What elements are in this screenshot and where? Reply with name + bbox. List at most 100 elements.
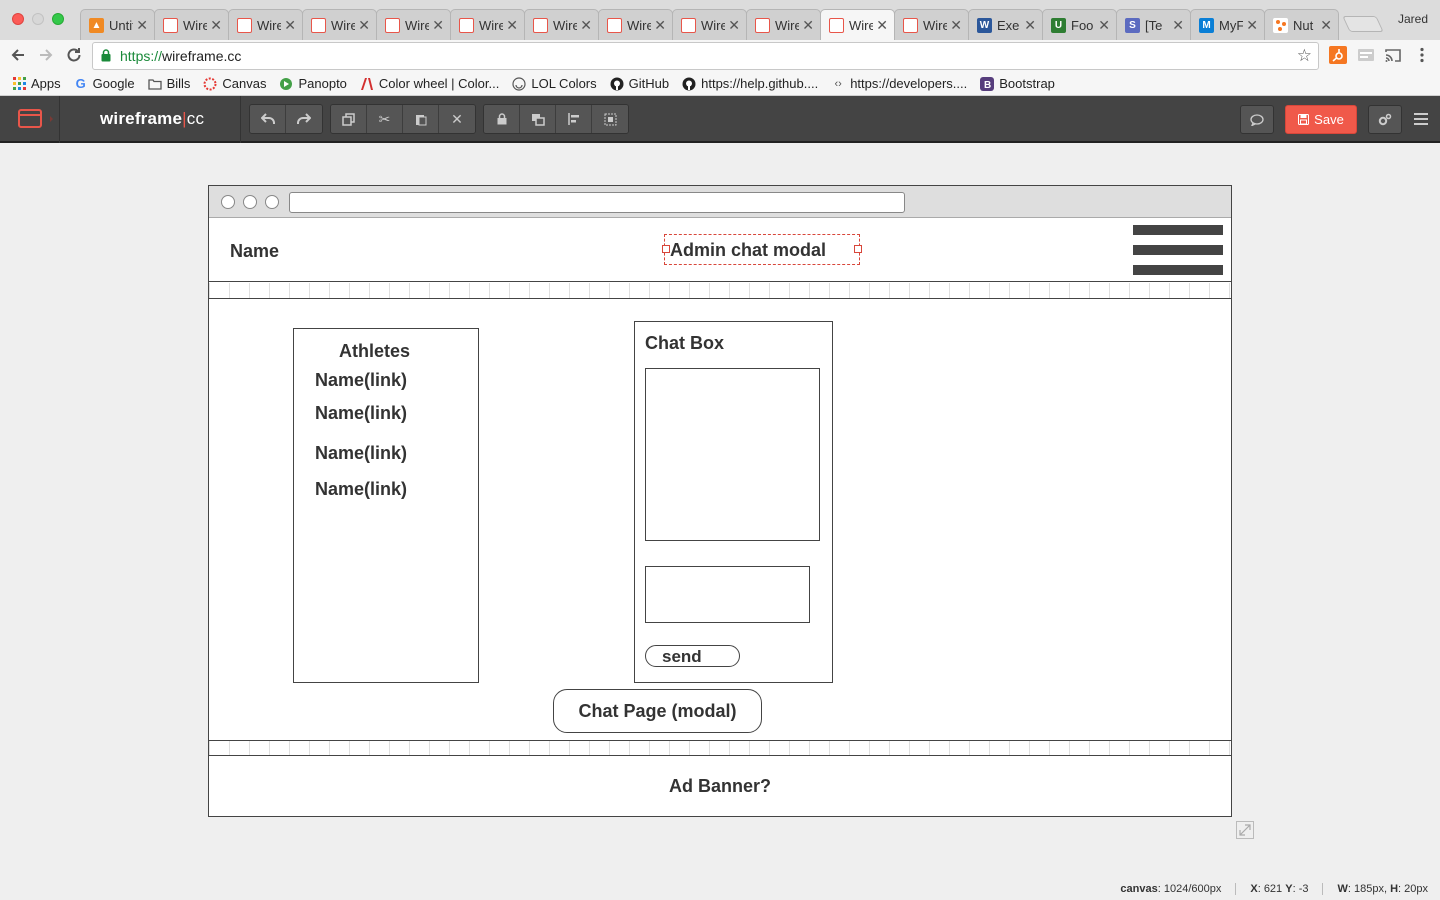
- browser-tab[interactable]: Wireframe✕: [894, 9, 969, 40]
- browser-tab[interactable]: S [Te ✕: [1116, 9, 1191, 40]
- window-close-button[interactable]: [12, 13, 24, 25]
- profile-name[interactable]: Jared: [1398, 12, 1428, 26]
- redo-button[interactable]: [286, 105, 322, 133]
- cast-icon[interactable]: [1384, 46, 1402, 64]
- athlete-link[interactable]: Name(link): [315, 479, 407, 500]
- app-logo-button[interactable]: [0, 96, 60, 143]
- resize-handle-right[interactable]: [854, 245, 862, 253]
- send-button[interactable]: send: [645, 645, 740, 667]
- tab-close-icon[interactable]: ✕: [950, 17, 962, 34]
- tab-close-icon[interactable]: ✕: [506, 17, 518, 34]
- tab-close-icon[interactable]: ✕: [580, 17, 592, 34]
- tab-close-icon[interactable]: ✕: [358, 17, 370, 34]
- athletes-panel[interactable]: Athletes Name(link) Name(link) Name(link…: [293, 328, 479, 683]
- chat-messages-area[interactable]: [645, 368, 820, 541]
- forward-button[interactable]: [36, 46, 56, 66]
- chat-box-panel[interactable]: Chat Box send: [634, 321, 833, 683]
- tab-close-icon[interactable]: ✕: [728, 17, 740, 34]
- bookmark-item[interactable]: Color wheel | Color...: [360, 76, 499, 91]
- wireframe-header[interactable]: Name Admin chat modal: [209, 219, 1231, 282]
- athlete-link[interactable]: Name(link): [315, 403, 407, 424]
- chat-message-input[interactable]: [645, 566, 810, 623]
- delete-button[interactable]: ✕: [439, 105, 475, 133]
- ad-banner[interactable]: Ad Banner?: [209, 757, 1231, 816]
- chat-page-modal-button[interactable]: Chat Page (modal): [553, 689, 762, 733]
- tab-close-icon[interactable]: ✕: [1246, 17, 1258, 34]
- align-left-icon: [567, 113, 579, 125]
- chrome-menu-icon[interactable]: [1413, 46, 1431, 64]
- tab-close-icon[interactable]: ✕: [876, 17, 888, 34]
- tab-close-icon[interactable]: ✕: [432, 17, 444, 34]
- app-menu-hamburger-icon[interactable]: [1414, 113, 1428, 125]
- bookmark-item[interactable]: Canvas: [203, 76, 266, 91]
- extension-icon[interactable]: [1357, 46, 1375, 64]
- layer-order-button[interactable]: [520, 105, 556, 133]
- tab-close-icon[interactable]: ✕: [802, 17, 814, 34]
- comments-button[interactable]: [1240, 105, 1274, 134]
- bookmark-item[interactable]: https://help.github....: [682, 76, 818, 91]
- bookmark-item[interactable]: GitHub: [610, 76, 669, 91]
- browser-tab[interactable]: Wireframe✕: [302, 9, 377, 40]
- reload-button[interactable]: [64, 46, 84, 66]
- undo-button[interactable]: [250, 105, 286, 133]
- athlete-link[interactable]: Name(link): [315, 443, 407, 464]
- browser-tab[interactable]: ▲ Untitled✕: [80, 9, 155, 40]
- hamburger-menu-icon[interactable]: [1133, 225, 1223, 285]
- wireframe-canvas[interactable]: Name Admin chat modal Athletes Name(link…: [208, 185, 1232, 817]
- tab-close-icon[interactable]: ✕: [1024, 17, 1036, 34]
- resize-handle-left[interactable]: [662, 245, 670, 253]
- settings-button[interactable]: [1368, 105, 1402, 134]
- browser-tab[interactable]: M MyF ✕: [1190, 9, 1265, 40]
- browser-tab[interactable]: Nut ✕: [1264, 9, 1339, 40]
- browser-tab[interactable]: Wireframe✕: [228, 9, 303, 40]
- bookmark-label: https://developers....: [850, 76, 968, 91]
- address-bar[interactable]: https://wireframe.cc ☆: [92, 42, 1319, 70]
- tab-close-icon[interactable]: ✕: [1320, 17, 1332, 34]
- browser-tab[interactable]: Wireframe✕: [376, 9, 451, 40]
- browser-tab[interactable]: W Exe ✕: [968, 9, 1043, 40]
- tab-title: Wireframe: [183, 17, 208, 33]
- save-button[interactable]: Save: [1285, 105, 1357, 134]
- group-button[interactable]: [592, 105, 628, 133]
- browser-tab[interactable]: Wireframe✕: [598, 9, 673, 40]
- browser-tab[interactable]: Wireframe✕: [154, 9, 229, 40]
- duplicate-button[interactable]: [331, 105, 367, 133]
- mock-window-dot: [265, 195, 279, 209]
- bookmark-star-icon[interactable]: ☆: [1297, 46, 1312, 66]
- window-minimize-button[interactable]: [32, 13, 44, 25]
- header-title-text[interactable]: Admin chat modal: [670, 240, 826, 261]
- hubspot-extension-icon[interactable]: [1329, 46, 1347, 64]
- browser-tab[interactable]: Wireframe✕: [746, 9, 821, 40]
- tab-close-icon[interactable]: ✕: [284, 17, 296, 34]
- lock-button[interactable]: [484, 105, 520, 133]
- group-icon: [604, 113, 616, 125]
- athlete-link[interactable]: Name(link): [315, 370, 407, 391]
- window-zoom-button[interactable]: [52, 13, 64, 25]
- tab-close-icon[interactable]: ✕: [1172, 17, 1184, 34]
- bookmark-item[interactable]: ‹› https://developers....: [831, 76, 968, 91]
- bookmark-item[interactable]: Panopto: [279, 76, 347, 91]
- browser-tab[interactable]: Wireframe✕: [820, 9, 895, 40]
- bookmark-item[interactable]: Apps: [12, 76, 61, 91]
- canvas-resize-icon[interactable]: [1236, 821, 1254, 839]
- tab-close-icon[interactable]: ✕: [210, 17, 222, 34]
- back-button[interactable]: [8, 46, 28, 66]
- browser-tab[interactable]: U Foo ✕: [1042, 9, 1117, 40]
- align-button[interactable]: [556, 105, 592, 133]
- browser-tab[interactable]: Wireframe✕: [450, 9, 525, 40]
- cut-button[interactable]: ✂: [367, 105, 403, 133]
- bookmark-item[interactable]: G Google: [74, 76, 135, 91]
- bookmark-item[interactable]: LOL Colors: [512, 76, 597, 91]
- tab-close-icon[interactable]: ✕: [654, 17, 666, 34]
- bookmark-item[interactable]: B Bootstrap: [980, 76, 1055, 91]
- tab-close-icon[interactable]: ✕: [136, 17, 148, 34]
- new-tab-button[interactable]: [1342, 16, 1384, 32]
- browser-tab[interactable]: Wireframe✕: [672, 9, 747, 40]
- browser-tab[interactable]: Wireframe✕: [524, 9, 599, 40]
- paste-button[interactable]: [403, 105, 439, 133]
- bookmark-item[interactable]: Bills: [147, 76, 190, 91]
- tab-close-icon[interactable]: ✕: [1098, 17, 1110, 34]
- undo-icon: [260, 113, 275, 124]
- wireframe-favicon-icon: [607, 17, 622, 33]
- header-name-text[interactable]: Name: [230, 241, 279, 262]
